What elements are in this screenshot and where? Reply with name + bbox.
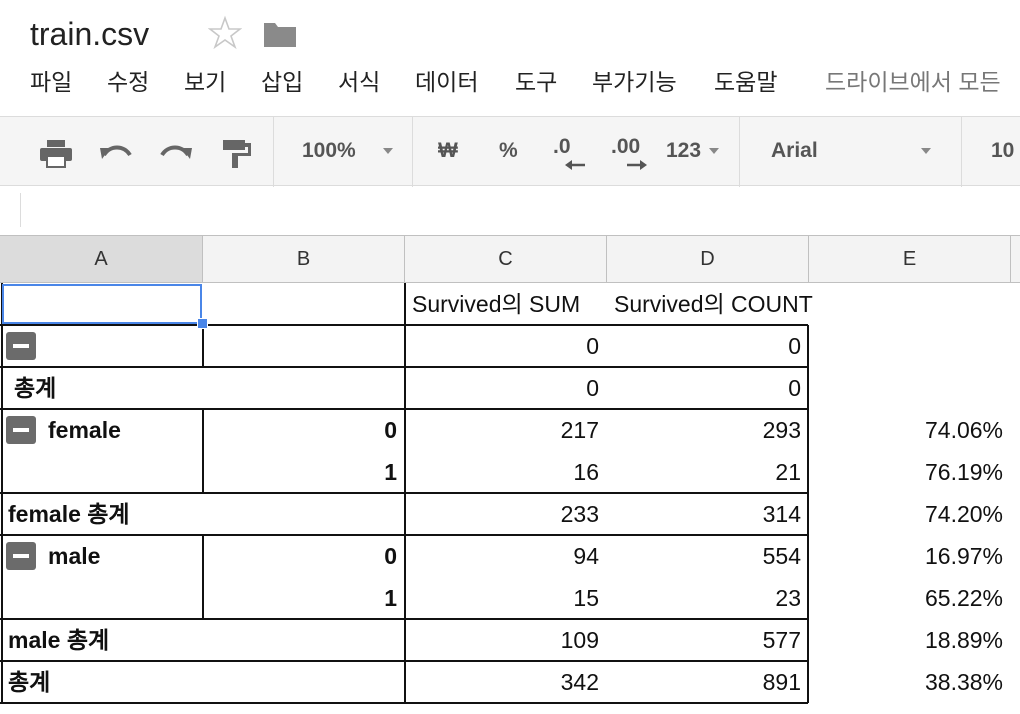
subtotal-label[interactable]: male 총계 [8, 619, 109, 661]
formula-bar [0, 187, 1020, 237]
menu-file[interactable]: 파일 [30, 62, 72, 102]
paint-format-icon[interactable] [218, 137, 254, 169]
column-header-row: A B C D E [0, 235, 1020, 283]
table-cell[interactable]: 15 [405, 577, 607, 619]
menu-data[interactable]: 데이터 [415, 62, 478, 102]
star-icon[interactable] [208, 14, 242, 52]
toolbar: 100% ₩ % .0 .00 123 Arial 10 [0, 116, 1020, 187]
table-cell[interactable]: 554 [607, 535, 809, 577]
font-dropdown-arrow[interactable] [921, 148, 931, 154]
subtotal-label[interactable]: 총계 [14, 367, 56, 409]
column-header-c[interactable]: C [405, 236, 607, 282]
table-cell[interactable]: 314 [607, 493, 809, 535]
table-cell[interactable]: 577 [607, 619, 809, 661]
column-header-a[interactable]: A [0, 236, 203, 282]
group-label-female[interactable]: female [48, 409, 121, 451]
table-cell[interactable]: 18.89% [809, 619, 1011, 661]
left-arrow-icon [565, 160, 585, 170]
column-header-b[interactable]: B [203, 236, 405, 282]
collapse-male-button[interactable] [6, 542, 36, 570]
table-cell[interactable]: 0 [607, 367, 809, 409]
print-icon[interactable] [38, 137, 74, 169]
zoom-select[interactable]: 100% [302, 117, 356, 185]
table-cell[interactable]: 233 [405, 493, 607, 535]
table-cell[interactable]: 293 [607, 409, 809, 451]
undo-icon[interactable] [98, 137, 134, 169]
table-cell[interactable]: 16.97% [809, 535, 1011, 577]
font-family-select[interactable]: Arial [771, 117, 818, 185]
column-header-f[interactable] [1011, 236, 1020, 282]
table-cell[interactable]: 74.06% [809, 409, 1011, 451]
table-cell[interactable]: 23 [607, 577, 809, 619]
spreadsheet-grid: A B C D E Survived의 SUM Survived의 COUNT … [0, 235, 1020, 714]
table-cell[interactable]: 16 [405, 451, 607, 493]
menu-view[interactable]: 보기 [184, 62, 226, 102]
table-cell[interactable]: 0 [203, 535, 405, 577]
table-cell[interactable]: 1 [203, 577, 405, 619]
subtotal-label[interactable]: female 총계 [8, 493, 130, 535]
folder-icon[interactable] [263, 20, 297, 48]
formula-input[interactable] [22, 187, 1020, 237]
table-cell[interactable]: 891 [607, 661, 809, 703]
table-cell[interactable]: 0 [405, 367, 607, 409]
menu-edit[interactable]: 수정 [107, 62, 149, 102]
document-title[interactable]: train.csv [30, 14, 149, 54]
table-cell[interactable]: 0 [405, 325, 607, 367]
table-cell[interactable]: 217 [405, 409, 607, 451]
menu-insert[interactable]: 삽입 [261, 62, 303, 102]
group-label-male[interactable]: male [48, 535, 100, 577]
column-header-d[interactable]: D [607, 236, 809, 282]
zoom-dropdown-arrow[interactable] [383, 148, 393, 154]
table-cell[interactable]: 21 [607, 451, 809, 493]
table-cell[interactable]: 0 [607, 325, 809, 367]
font-size-select[interactable]: 10 [991, 117, 1014, 185]
more-formats-button[interactable]: 123 [666, 117, 701, 185]
grand-total-label[interactable]: 총계 [8, 661, 50, 703]
table-cell[interactable]: 0 [203, 409, 405, 451]
table-cell[interactable]: 109 [405, 619, 607, 661]
menu-help[interactable]: 도움말 [714, 62, 777, 102]
menu-tools[interactable]: 도구 [515, 62, 557, 102]
collapse-group-button[interactable] [6, 332, 36, 360]
table-cell[interactable]: 65.22% [809, 577, 1011, 619]
table-cell[interactable]: 38.38% [809, 661, 1011, 703]
table-cell[interactable]: 342 [405, 661, 607, 703]
menu-addons[interactable]: 부가기능 [592, 62, 677, 102]
menu-format[interactable]: 서식 [338, 62, 380, 102]
redo-icon[interactable] [158, 137, 194, 169]
table-cell[interactable]: 94 [405, 535, 607, 577]
column-header-e[interactable]: E [809, 236, 1011, 282]
right-arrow-icon [627, 160, 647, 170]
menu-bar: 파일 수정 보기 삽입 서식 데이터 도구 부가기능 도움말 드라이브에서 모든 [0, 62, 1020, 102]
drive-save-status[interactable]: 드라이브에서 모든 [825, 62, 1001, 102]
pivot-header-sum[interactable]: Survived의 SUM [412, 283, 580, 325]
selected-cell-a1[interactable] [2, 284, 202, 324]
table-cell[interactable]: 76.19% [809, 451, 1011, 493]
more-formats-dropdown-arrow[interactable] [709, 148, 719, 154]
percent-format-button[interactable]: % [499, 117, 518, 185]
pivot-header-count[interactable]: Survived의 COUNT [614, 283, 813, 325]
collapse-female-button[interactable] [6, 416, 36, 444]
fill-handle[interactable] [197, 318, 208, 329]
currency-format-button[interactable]: ₩ [438, 117, 458, 185]
table-cell[interactable]: 1 [203, 451, 405, 493]
table-cell[interactable]: 74.20% [809, 493, 1011, 535]
formula-bar-label [0, 193, 21, 227]
